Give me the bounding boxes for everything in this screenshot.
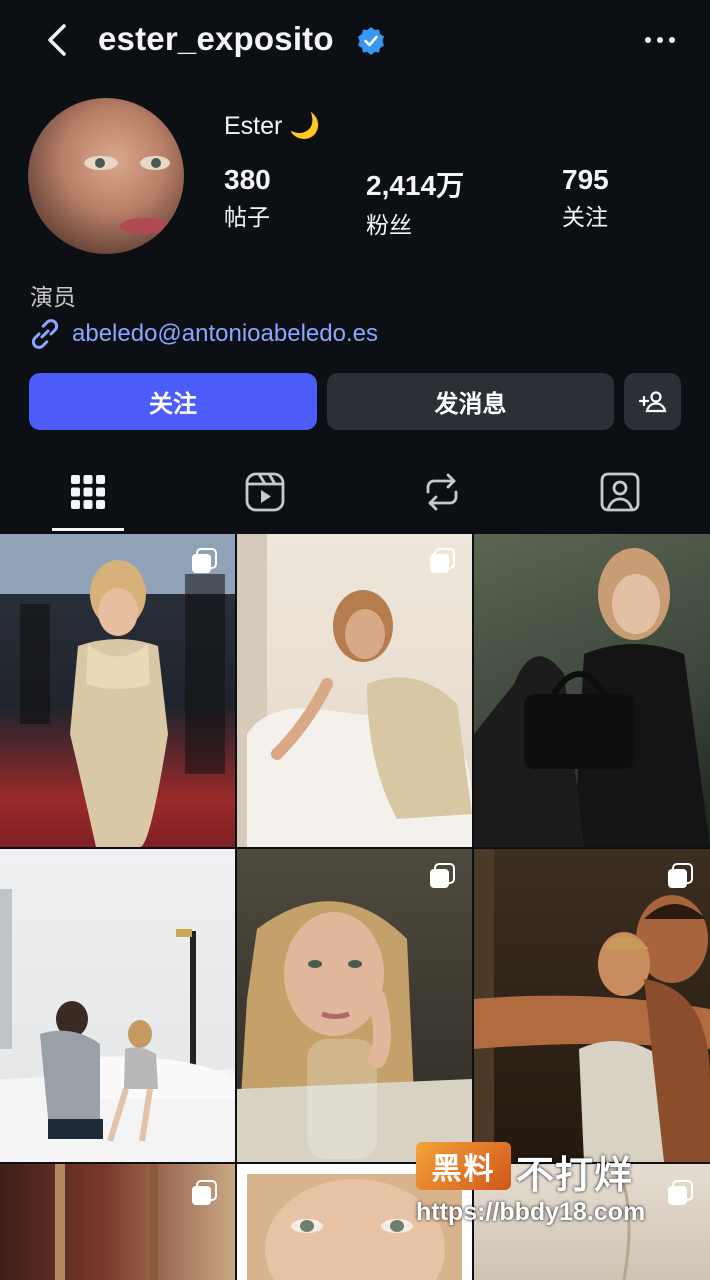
stat-following[interactable]: 795 关注 xyxy=(562,164,609,232)
profile-header: ester_exposito xyxy=(0,0,710,84)
tab-tagged[interactable] xyxy=(584,452,656,532)
multi-photo-icon xyxy=(192,548,217,573)
profile-username: ester_exposito xyxy=(98,20,334,57)
stat-followers-label: 粉丝 xyxy=(366,212,412,238)
multi-photo-icon xyxy=(430,548,455,573)
post-thumbnail[interactable] xyxy=(237,534,472,847)
stat-followers[interactable]: 2,414万 粉丝 xyxy=(366,164,464,240)
post-thumbnail[interactable] xyxy=(0,849,235,1162)
watermark-text: 不打烊 xyxy=(516,1155,634,1197)
profile-link-text[interactable]: abeledo@antonioabeledo.es xyxy=(72,320,378,348)
profile-tabs xyxy=(0,452,710,532)
stat-posts-label: 帖子 xyxy=(224,204,270,230)
reels-icon xyxy=(245,472,285,512)
stat-posts-value: 380 xyxy=(224,164,271,195)
avatar-lips xyxy=(120,218,170,234)
chevron-left-icon[interactable] xyxy=(38,20,78,60)
stat-followers-value: 2,414万 xyxy=(366,170,465,201)
stat-following-label: 关注 xyxy=(562,204,608,230)
profile-bio: 演员 xyxy=(30,284,76,310)
post-thumbnail[interactable] xyxy=(474,534,710,847)
watermark-overlay: 黑料 不打烊 https://bbdy18.com xyxy=(416,1142,666,1232)
post-photo xyxy=(474,548,710,847)
stat-posts[interactable]: 380 帖子 xyxy=(224,164,271,232)
multi-photo-icon xyxy=(668,1180,693,1205)
tab-reposts[interactable] xyxy=(406,452,478,532)
link-icon xyxy=(31,319,59,349)
suggest-people-button[interactable] xyxy=(624,373,681,430)
profile-avatar[interactable] xyxy=(28,98,184,254)
active-tab-indicator xyxy=(52,528,124,531)
tab-reels[interactable] xyxy=(229,452,301,532)
follow-button[interactable]: 关注 xyxy=(29,373,317,430)
watermark-badge: 黑料 xyxy=(416,1142,511,1190)
tab-posts[interactable] xyxy=(52,452,124,532)
message-button[interactable]: 发消息 xyxy=(327,373,614,430)
multi-photo-icon xyxy=(192,1180,217,1205)
repost-icon xyxy=(426,473,458,511)
post-photo xyxy=(474,849,710,1162)
tagged-icon xyxy=(600,472,640,512)
multi-photo-icon xyxy=(668,863,693,888)
grid-icon xyxy=(71,475,105,509)
stat-following-value: 795 xyxy=(562,164,609,195)
watermark-url: https://bbdy18.com xyxy=(416,1198,646,1226)
profile-display-name: Ester 🌙 xyxy=(224,112,321,140)
post-photo xyxy=(237,534,472,847)
verified-badge-icon xyxy=(358,27,384,55)
person-add-icon xyxy=(638,390,666,412)
post-photo xyxy=(237,901,472,1162)
post-thumbnail[interactable] xyxy=(237,849,472,1162)
profile-link[interactable]: abeledo@antonioabeledo.es xyxy=(28,314,378,354)
post-photo xyxy=(0,534,235,847)
avatar-eye xyxy=(84,156,118,170)
multi-photo-icon xyxy=(430,863,455,888)
avatar-eye xyxy=(140,156,170,170)
post-thumbnail[interactable] xyxy=(474,849,710,1162)
post-photo xyxy=(0,889,235,1162)
more-horizontal-icon[interactable] xyxy=(640,22,680,58)
post-thumbnail[interactable] xyxy=(0,534,235,847)
